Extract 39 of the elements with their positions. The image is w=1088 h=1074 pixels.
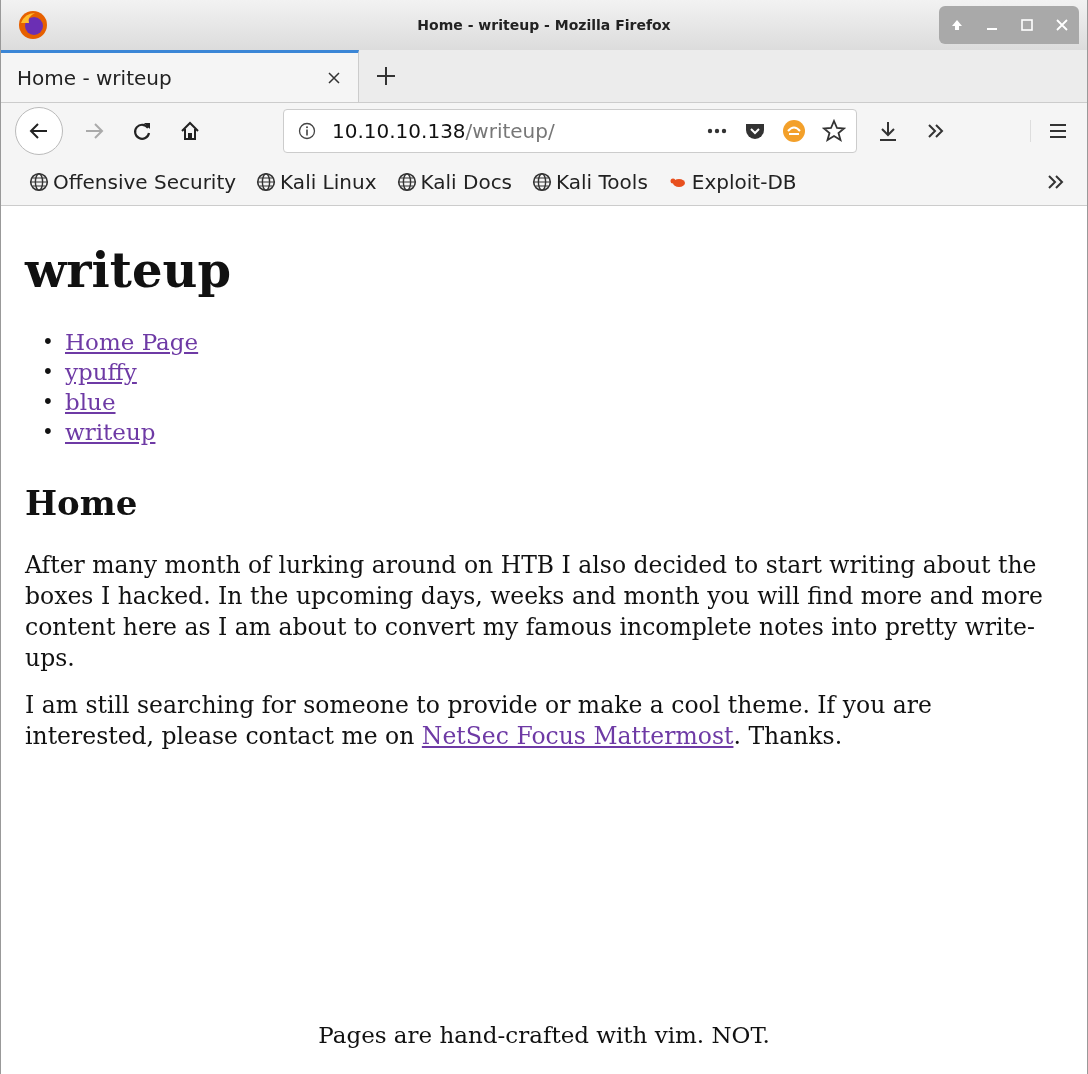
- section-heading: Home: [25, 484, 139, 523]
- bookmark[interactable]: Offensive Security: [29, 170, 237, 194]
- bookmark[interactable]: Kali Docs: [396, 170, 513, 194]
- bookmark[interactable]: Exploit-DB: [667, 170, 797, 194]
- reload-icon[interactable]: [131, 120, 153, 142]
- footer-text: Pages are hand-crafted with vim. NOT.: [317, 1022, 771, 1048]
- globe-icon: [256, 172, 277, 192]
- nav-link[interactable]: Home Page: [65, 326, 199, 357]
- back-button[interactable]: [15, 107, 63, 155]
- new-tab-icon[interactable]: [375, 65, 397, 87]
- more-dots-icon[interactable]: [706, 127, 728, 135]
- paragraph: After many month of lurking around on HTB I also decided to start writing about the boxes I hacked. In the upcoming days, weeks and month you will find more and more content here as I am about to convert my famous incomplete notes into pretty write-ups.: [25, 550, 1044, 675]
- download-icon[interactable]: [877, 120, 899, 142]
- page-heading: writeup: [25, 244, 232, 297]
- window-title: Home - writeup - Mozilla Firefox: [417, 17, 671, 33]
- paragraph: I am still searching for someone to provide or make a cool theme. If you are interested, please contact me on NetSec Focus Mattermost. Thanks.: [25, 690, 933, 753]
- list-bullet: •: [42, 358, 55, 386]
- address-bar[interactable]: 10.10.10.138/writeup/: [283, 109, 857, 153]
- close-icon[interactable]: [326, 69, 342, 86]
- firefox-logo-icon: [17, 9, 49, 41]
- info-icon[interactable]: [298, 122, 316, 140]
- globe-icon: [29, 172, 49, 192]
- list-bullet: •: [42, 418, 55, 446]
- nav-link[interactable]: blue: [65, 386, 116, 417]
- globe-icon: [396, 172, 417, 192]
- nav-link[interactable]: ypuffy: [65, 356, 137, 387]
- menu-icon[interactable]: [1030, 120, 1069, 142]
- tab-title: Home - writeup: [17, 65, 172, 90]
- url-text: 10.10.10.138/writeup/: [332, 119, 555, 143]
- link[interactable]: NetSec Focus Mattermost: [421, 722, 734, 751]
- home-icon[interactable]: [179, 120, 201, 142]
- star-icon[interactable]: [822, 119, 846, 143]
- globe-icon: [532, 172, 553, 192]
- list-bullet: •: [42, 328, 55, 356]
- bookmark[interactable]: Kali Linux: [256, 170, 377, 194]
- list-bullet: •: [42, 388, 55, 416]
- browser-tab[interactable]: Home - writeup: [1, 50, 359, 102]
- bookmark[interactable]: Kali Tools: [532, 170, 648, 194]
- nav-link[interactable]: writeup: [65, 416, 156, 447]
